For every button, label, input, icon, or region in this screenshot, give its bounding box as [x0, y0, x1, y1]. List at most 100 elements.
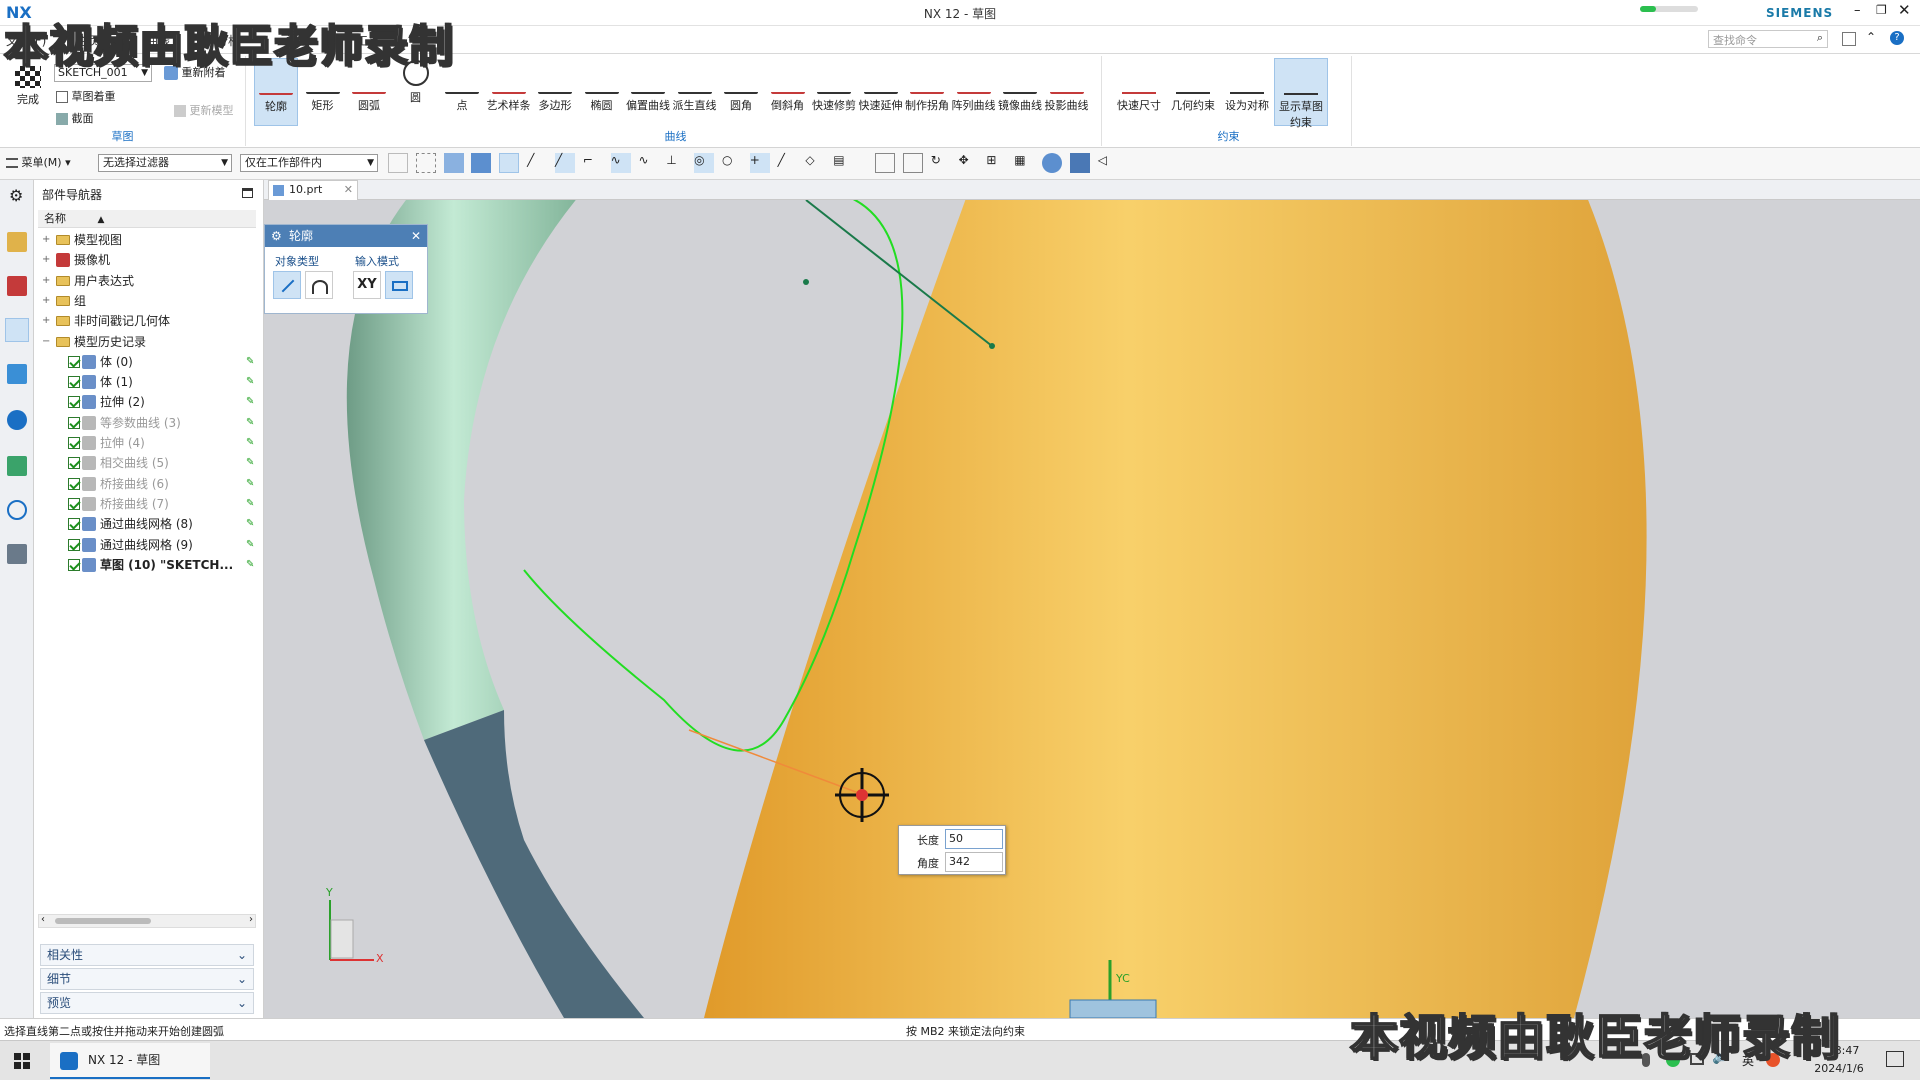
- curve-tool-11[interactable]: 倒斜角: [766, 58, 810, 126]
- control-point-icon[interactable]: ⌐: [583, 153, 603, 173]
- arc-type-button[interactable]: [305, 271, 333, 299]
- constraint-tool-1[interactable]: 几何约束: [1166, 58, 1220, 126]
- zoom-icon[interactable]: ⊞: [986, 153, 1006, 173]
- shaded-icon[interactable]: [1069, 153, 1090, 173]
- navigator-tree-item[interactable]: ✎ 等参数曲线 (3): [38, 413, 256, 433]
- navigator-tree-item[interactable]: ✎ 通过曲线网格 (9): [38, 535, 256, 555]
- fit-icon[interactable]: [902, 153, 923, 173]
- curve-point-icon[interactable]: ∿: [638, 153, 658, 173]
- navigator-tree-item[interactable]: + 模型视图: [38, 230, 256, 250]
- expand-icon[interactable]: +: [42, 271, 52, 291]
- navigator-tree-item[interactable]: + 组: [38, 291, 256, 311]
- point-on-curve-icon[interactable]: ╱: [778, 153, 798, 173]
- quadrant-icon[interactable]: ○: [722, 153, 742, 173]
- visibility-checkbox[interactable]: [68, 416, 80, 429]
- navigator-tree-item[interactable]: ✎ 体 (1): [38, 372, 256, 392]
- select-icon[interactable]: [388, 153, 408, 173]
- navigator-column-header[interactable]: 名称 ▲: [38, 210, 256, 228]
- curve-tool-6[interactable]: 多边形: [533, 58, 577, 126]
- doc-tab-close-icon[interactable]: ✕: [344, 181, 353, 199]
- display-options-icon[interactable]: ◁: [1098, 153, 1118, 173]
- navigator-panel-1[interactable]: 细节 ⌄: [40, 968, 254, 990]
- scroll-right-icon[interactable]: ›: [249, 914, 253, 925]
- midpoint-icon[interactable]: ╱: [554, 153, 575, 173]
- navigator-panel-2[interactable]: 预览 ⌄: [40, 992, 254, 1014]
- visibility-checkbox[interactable]: [68, 376, 80, 389]
- menu-button[interactable]: 菜单(M) ▾: [6, 154, 71, 170]
- hd3d-icon[interactable]: [7, 410, 27, 430]
- collapse-icon[interactable]: −: [42, 332, 52, 352]
- curve-tool-8[interactable]: 偏置曲线: [626, 58, 670, 126]
- expand-icon[interactable]: +: [42, 250, 52, 270]
- notification-icon[interactable]: [1886, 1051, 1904, 1067]
- curve-tool-17[interactable]: 投影曲线: [1045, 58, 1089, 126]
- orient-button[interactable]: 草图着重: [56, 88, 116, 104]
- curve-tool-16[interactable]: 镜像曲线: [998, 58, 1042, 126]
- constraint-tool-0[interactable]: 快速尺寸: [1112, 58, 1166, 126]
- expand-icon[interactable]: +: [42, 291, 52, 311]
- window-layout-icon[interactable]: [1842, 32, 1856, 46]
- navigator-tree-item[interactable]: ✎ 桥接曲线 (7): [38, 494, 256, 514]
- scroll-left-icon[interactable]: ‹: [41, 914, 45, 925]
- constraint-navigator-icon[interactable]: [7, 276, 27, 296]
- visibility-checkbox[interactable]: [68, 477, 80, 490]
- curve-tool-13[interactable]: 快速延伸: [859, 58, 903, 126]
- expand-icon[interactable]: +: [42, 311, 52, 331]
- selection-filter-select[interactable]: 无选择过滤器 ▼: [98, 154, 232, 172]
- settings-gear-icon[interactable]: ⚙: [9, 186, 23, 205]
- intersection-icon[interactable]: ∿: [610, 153, 631, 173]
- navigator-tree-item[interactable]: + 非时间戳记几何体: [38, 311, 256, 331]
- rotate-icon[interactable]: ↻: [931, 153, 951, 173]
- circle-center-icon[interactable]: ◎: [694, 153, 715, 173]
- curve-tool-7[interactable]: 椭圆: [580, 58, 624, 126]
- reuse-library-icon[interactable]: [7, 364, 27, 384]
- render-style-icon[interactable]: [1042, 153, 1063, 173]
- minimize-button[interactable]: –: [1854, 3, 1870, 19]
- curve-tool-15[interactable]: 阵列曲线: [952, 58, 996, 126]
- navigator-tree-item[interactable]: ✎ 通过曲线网格 (8): [38, 514, 256, 534]
- assembly-navigator-icon[interactable]: [7, 232, 27, 252]
- navigator-pin-icon[interactable]: [242, 188, 253, 198]
- dialog-gear-icon[interactable]: ⚙: [271, 225, 282, 247]
- grid-icon[interactable]: ▦: [1014, 153, 1034, 173]
- model-canvas[interactable]: [264, 200, 1920, 1018]
- xy-mode-button[interactable]: XY: [353, 271, 381, 299]
- visibility-checkbox[interactable]: [68, 497, 80, 510]
- line-type-button[interactable]: [273, 271, 301, 299]
- visibility-checkbox[interactable]: [68, 457, 80, 470]
- param-mode-button[interactable]: [385, 271, 413, 299]
- navigator-tree-item[interactable]: ✎ 拉伸 (2): [38, 392, 256, 412]
- navigator-tree-item[interactable]: + 摄像机: [38, 250, 256, 270]
- navigator-tree-item[interactable]: ✎ 相交曲线 (5): [38, 453, 256, 473]
- surface-point-icon[interactable]: ◇: [805, 153, 825, 173]
- command-search-input[interactable]: 查找命令: [1713, 32, 1757, 48]
- visibility-checkbox[interactable]: [68, 518, 80, 531]
- section-button[interactable]: 截面: [56, 110, 94, 126]
- curve-tool-5[interactable]: 艺术样条: [487, 58, 531, 126]
- constraint-tool-3[interactable]: 显示草图约束: [1274, 58, 1328, 129]
- taskbar-app-nx[interactable]: NX 12 - 草图: [50, 1043, 210, 1079]
- search-icon[interactable]: ⌕: [1817, 31, 1823, 45]
- ribbon-collapse-icon[interactable]: ⌃: [1866, 30, 1876, 44]
- profile-dialog[interactable]: ⚙ 轮廓 ✕ 对象类型 输入模式 XY: [264, 224, 428, 314]
- history-clock-icon[interactable]: [7, 500, 27, 520]
- pan-icon[interactable]: ✥: [959, 153, 979, 173]
- arc-center-icon[interactable]: ⊥: [666, 153, 686, 173]
- part-navigator-icon[interactable]: [5, 318, 29, 342]
- angle-input[interactable]: 342: [945, 852, 1003, 872]
- doc-tab[interactable]: 10.prt ✕: [268, 180, 358, 200]
- restore-button[interactable]: ❐: [1876, 3, 1892, 19]
- curve-tool-14[interactable]: 制作拐角: [905, 58, 949, 126]
- curve-tool-9[interactable]: 派生直线: [673, 58, 717, 126]
- navigator-tree-item[interactable]: ✎ 桥接曲线 (6): [38, 474, 256, 494]
- web-browser-icon[interactable]: [7, 456, 27, 476]
- selection-scope-select[interactable]: 仅在工作部件内 ▼: [240, 154, 378, 172]
- windows-start-icon[interactable]: [14, 1053, 30, 1069]
- visibility-checkbox[interactable]: [68, 558, 80, 571]
- visibility-checkbox[interactable]: [68, 396, 80, 409]
- navigator-hscroll[interactable]: ‹ ›: [38, 914, 256, 928]
- dynamic-input-box[interactable]: 长度 50 角度 342: [898, 825, 1006, 875]
- visibility-checkbox[interactable]: [68, 538, 80, 551]
- navigator-tree-item[interactable]: ✎ 拉伸 (4): [38, 433, 256, 453]
- graphics-window[interactable]: Y X YC ⚙ 轮廓 ✕ 对象类型 输入模式 XY 长度 50 角度 342: [264, 200, 1920, 1018]
